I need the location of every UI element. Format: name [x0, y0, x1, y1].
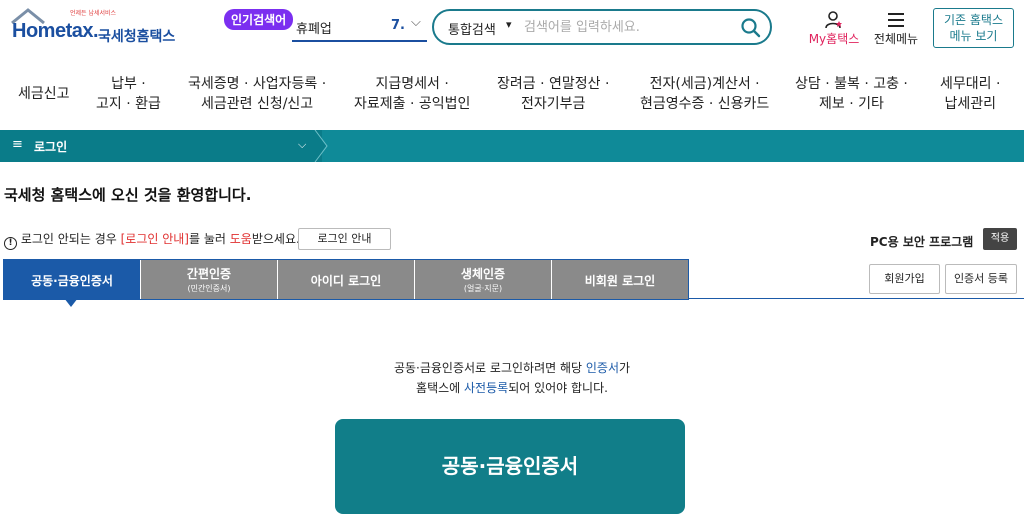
search-input[interactable] — [524, 16, 729, 38]
tab-id-login[interactable]: 아이디 로그인 — [278, 260, 415, 299]
info-line-1: 공동·금융인증서로 로그인하려면 해당 인증서가 — [0, 359, 1024, 376]
nav-label: 자료제출 · 공익법인 — [354, 96, 471, 112]
popular-search-term[interactable]: 휴폐업 — [296, 18, 332, 37]
breadcrumb: ≡ 로그인 ⌵ — [0, 130, 1024, 162]
warning-icon: ! — [4, 237, 17, 250]
nav-label: 국세증명 · 사업자등록 · — [188, 76, 327, 92]
tab-non-member[interactable]: 비회원 로그인 — [552, 260, 688, 299]
main-nav: 세금신고 납부 · 고지 · 환급 국세증명 · 사업자등록 · 세금관련 신청… — [0, 64, 1024, 124]
help-text: 도움 — [229, 232, 252, 246]
all-menu-button[interactable]: 전체메뉴 — [870, 10, 922, 48]
nav-label: 세금관련 신청/신고 — [200, 96, 314, 112]
search-icon[interactable] — [740, 17, 762, 39]
nav-label: 전자(세금)계산서 · — [649, 76, 760, 92]
search-scope-select[interactable]: 통합검색 — [448, 19, 496, 38]
tab-label: 공동·금융인증서 — [31, 274, 113, 288]
popular-search-badge: 인기검색어 — [224, 9, 294, 30]
chevron-down-icon[interactable]: ⌵ — [411, 15, 421, 30]
search-box: 통합검색 ▾ — [432, 9, 772, 45]
nav-item-e-invoice[interactable]: 전자(세금)계산서 · 현금영수증 · 신용카드 — [640, 74, 769, 114]
breadcrumb-label: 로그인 — [34, 140, 68, 154]
active-tab-pointer — [64, 298, 78, 307]
nav-label: 장려금 · 연말정산 · — [497, 76, 610, 92]
nav-item-tax-agent[interactable]: 세무대리 · 납세관리 — [940, 74, 1000, 114]
nav-label: 제보 · 기타 — [819, 96, 884, 112]
notice-text: 를 눌러 — [188, 232, 230, 246]
tab-sublabel: (얼굴·지문) — [463, 284, 503, 293]
header: 언제든 납세서비스 Hometax. 국세청홈택스 인기검색어 휴폐업 7. ⌵… — [0, 0, 1024, 56]
notice-text: 받으세요. — [251, 232, 300, 246]
nav-label: 고지 · 환급 — [96, 96, 161, 112]
tab-label: 아이디 로그인 — [310, 274, 382, 288]
user-icon — [825, 11, 842, 29]
info-highlight: 사전등록 — [464, 381, 509, 395]
logo-org: 국세청홈택스 — [98, 29, 176, 45]
pc-security-label: PC용 보안 프로그램 — [870, 235, 974, 249]
page-title: 국세청 홈택스에 오신 것을 환영합니다. — [4, 186, 252, 204]
logo-brand: Hometax. — [12, 20, 99, 42]
apply-button[interactable]: 적용 — [983, 228, 1017, 250]
tabs-divider — [688, 298, 1024, 299]
tab-simple-auth[interactable]: 간편인증 (민간인증서) — [141, 260, 278, 299]
chevron-down-icon[interactable]: ⌵ — [298, 138, 306, 152]
nav-label: 상담 · 불복 · 고충 · — [795, 76, 908, 92]
hamburger-icon — [888, 13, 904, 27]
login-notice: ! 로그인 안되는 경우 [로그인 안내]를 눌러 도움받으세요. — [4, 230, 300, 250]
classic-menu-button[interactable]: 기존 홈택스 메뉴 보기 — [933, 8, 1014, 48]
classic-menu-line2: 메뉴 보기 — [949, 29, 998, 43]
nav-label: 전자기부금 — [521, 96, 586, 112]
my-hometax-label: My홈택스 — [808, 32, 860, 46]
nav-label: 지급명세서 · — [375, 76, 449, 92]
info-text: 되어 있어야 합니다. — [508, 381, 608, 395]
breadcrumb-separator-icon — [314, 130, 328, 162]
tab-label: 생체인증 — [460, 267, 506, 281]
cert-register-button[interactable]: 인증서 등록 — [945, 264, 1017, 294]
nav-item-tax-filing[interactable]: 세금신고 — [18, 84, 70, 104]
joint-certificate-login-button[interactable]: 공동·금융인증서 — [335, 419, 685, 514]
logo-tagline: 언제든 납세서비스 — [70, 10, 117, 17]
nav-item-incentives[interactable]: 장려금 · 연말정산 · 전자기부금 — [497, 74, 609, 114]
info-line-2: 홈택스에 사전등록되어 있어야 합니다. — [0, 379, 1024, 396]
hamburger-icon: ≡ — [12, 137, 23, 152]
login-tabs: 공동·금융인증서 간편인증 (민간인증서) 아이디 로그인 생체인증 (얼굴·지… — [3, 259, 689, 300]
nav-label: 납부 · — [111, 76, 146, 92]
nav-item-consultation[interactable]: 상담 · 불복 · 고충 · 제보 · 기타 — [795, 74, 908, 114]
tab-joint-certificate[interactable]: 공동·금융인증서 — [4, 260, 141, 299]
notice-text: 로그인 안되는 경우 — [20, 232, 121, 246]
nav-item-certificates[interactable]: 국세증명 · 사업자등록 · 세금관련 신청/신고 — [188, 74, 326, 114]
popular-search-underline — [292, 40, 427, 42]
nav-label: 세금신고 — [18, 86, 70, 102]
popular-search-rank: 7. — [391, 18, 405, 33]
my-hometax-button[interactable]: My홈택스 — [806, 10, 862, 48]
nav-label: 세무대리 · — [940, 76, 1001, 92]
info-text: 가 — [618, 361, 631, 375]
nav-label: 납세관리 — [944, 96, 996, 112]
hometax-logo[interactable]: 언제든 납세서비스 Hometax. 국세청홈택스 — [6, 6, 176, 48]
tab-label: 비회원 로그인 — [584, 274, 656, 288]
info-text: 홈택스에 — [416, 381, 465, 395]
nav-label: 현금영수증 · 신용카드 — [640, 96, 770, 112]
nav-item-payment[interactable]: 납부 · 고지 · 환급 — [96, 74, 161, 114]
tab-label: 간편인증 — [186, 267, 232, 281]
login-guide-link[interactable]: [로그인 안내] — [121, 232, 189, 246]
signup-button[interactable]: 회원가입 — [869, 264, 940, 294]
tab-biometric[interactable]: 생체인증 (얼굴·지문) — [415, 260, 552, 299]
chevron-down-icon[interactable]: ▾ — [506, 18, 512, 31]
login-guide-button[interactable]: 로그인 안내 — [298, 228, 391, 250]
classic-menu-line1: 기존 홈택스 — [943, 13, 1003, 27]
info-text: 공동·금융인증서로 로그인하려면 해당 — [393, 361, 586, 375]
info-highlight: 인증서 — [585, 361, 619, 375]
nav-item-payment-statements[interactable]: 지급명세서 · 자료제출 · 공익법인 — [354, 74, 470, 114]
all-menu-label: 전체메뉴 — [873, 32, 919, 46]
tab-sublabel: (민간인증서) — [187, 284, 231, 293]
